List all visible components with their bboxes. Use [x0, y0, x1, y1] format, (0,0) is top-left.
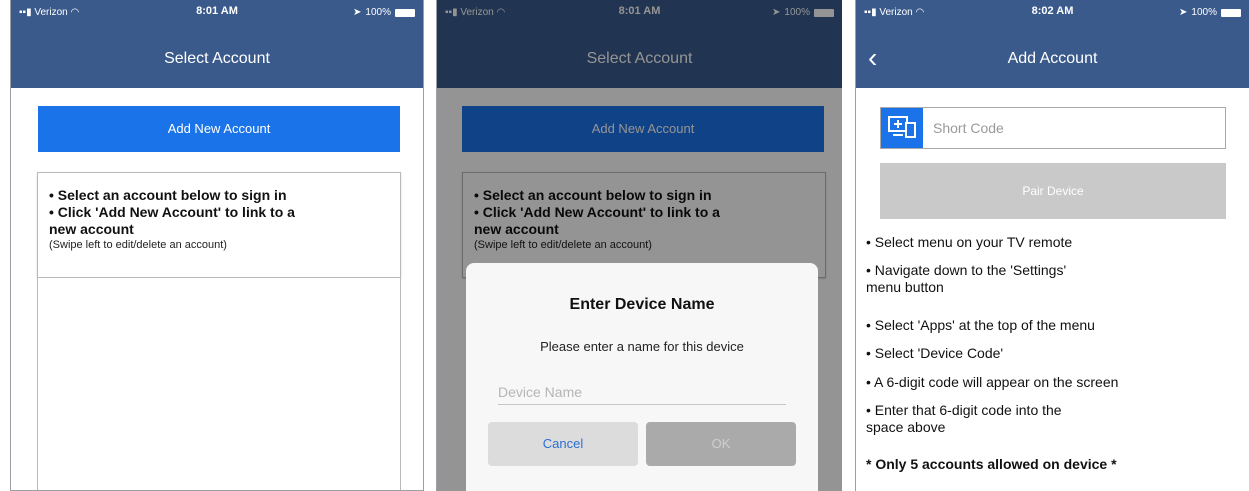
location-arrow-icon: ➤ [1179, 7, 1188, 18]
battery-label: 100% [1191, 7, 1217, 18]
page-title: Select Account [164, 50, 270, 67]
swipe-hint: (Swipe left to edit/delete an account) [49, 239, 227, 251]
battery-label: 100% [365, 7, 391, 18]
account-list[interactable] [37, 277, 401, 490]
battery-icon [395, 8, 415, 17]
instruction-line: • Select 'Apps' at the top of the menu [866, 317, 1095, 333]
instruction-line: • Click 'Add New Account' to link to a [49, 204, 295, 220]
screen-add-account: ▪▪▮ Verizon ◠ 8:02 AM ➤ 100% ‹ Add Accoun… [855, 0, 1249, 491]
add-new-account-button[interactable]: Add New Account [38, 106, 400, 152]
cancel-button[interactable]: Cancel [488, 422, 638, 466]
instruction-line: • Navigate down to the 'Settings' [866, 262, 1067, 278]
screen-enter-device-name: ▪▪▮ Verizon ◠ 8:01 AM ➤ 100% Select Accou… [436, 0, 842, 491]
instruction-line: • Select an account below to sign in [49, 187, 287, 203]
short-code-input[interactable] [933, 118, 1213, 138]
nav-bar: ▪▪▮ Verizon ◠ 8:01 AM ➤ 100% Select Accou… [11, 0, 423, 88]
ok-button[interactable]: OK [646, 422, 796, 466]
pair-device-button[interactable]: Pair Device [880, 163, 1226, 219]
instruction-line: menu button [866, 279, 944, 295]
instruction-line: • Enter that 6-digit code into the [866, 402, 1062, 418]
status-bar: ▪▪▮ Verizon ◠ 8:01 AM ➤ 100% [11, 0, 423, 26]
instruction-line: new account [49, 221, 134, 237]
instruction-line: space above [866, 419, 946, 435]
device-name-dialog: Enter Device Name Please enter a name fo… [466, 263, 818, 491]
instruction-line: • A 6-digit code will appear on the scre… [866, 374, 1119, 390]
status-bar: ▪▪▮ Verizon ◠ 8:02 AM ➤ 100% [856, 0, 1249, 26]
screen-select-account: ▪▪▮ Verizon ◠ 8:01 AM ➤ 100% Select Accou… [10, 0, 424, 491]
instruction-line: • Select menu on your TV remote [866, 234, 1073, 250]
dialog-message: Please enter a name for this device [540, 339, 744, 354]
tv-device-icon [881, 108, 923, 148]
battery-icon [1221, 8, 1241, 17]
page-title: Add Account [1007, 50, 1098, 67]
short-code-field[interactable] [880, 107, 1226, 149]
location-arrow-icon: ➤ [353, 7, 362, 18]
device-name-input[interactable] [498, 380, 786, 405]
dialog-title: Enter Device Name [569, 296, 715, 313]
nav-bar: ▪▪▮ Verizon ◠ 8:02 AM ➤ 100% ‹ Add Accoun… [856, 0, 1249, 88]
instructions-box: • Select an account below to sign in • C… [37, 172, 401, 278]
account-limit-note: * Only 5 accounts allowed on device * [866, 456, 1117, 472]
instruction-line: • Select 'Device Code' [866, 345, 1004, 361]
